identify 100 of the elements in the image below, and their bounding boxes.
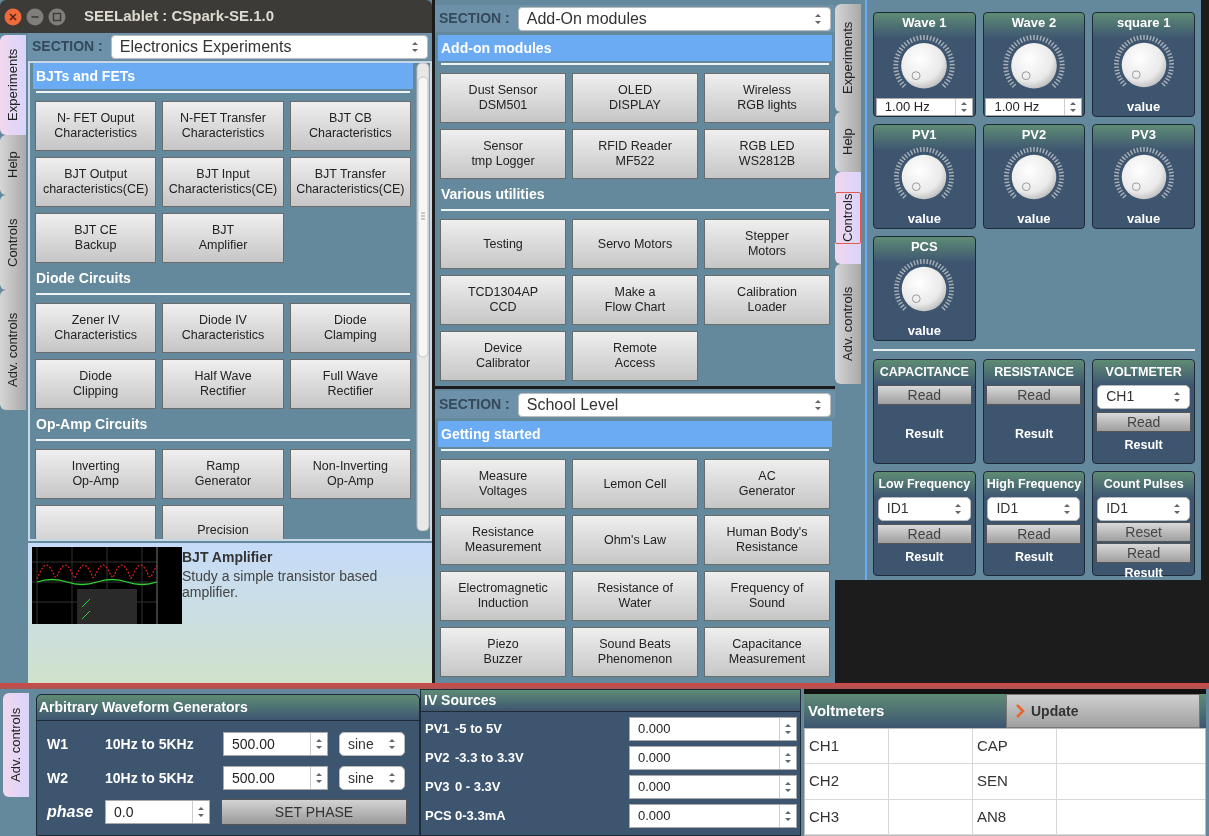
experiment-button[interactable]: Sensor tmp Logger — [440, 129, 566, 179]
experiment-button[interactable]: BJT Amplifier — [162, 213, 284, 263]
experiment-button[interactable]: BJT Transfer Characteristics(CE) — [289, 157, 411, 207]
experiment-button[interactable]: BJT CE Backup — [35, 213, 157, 263]
experiment-button[interactable]: Zener IV Characteristics — [35, 303, 157, 353]
experiment-button[interactable]: Remote Access — [572, 331, 698, 381]
experiment-button[interactable]: Diode IV Characteristics — [162, 303, 284, 353]
experiment-button[interactable]: AC Generator — [704, 459, 830, 509]
experiment-button[interactable]: OLED DISPLAY — [572, 73, 698, 123]
experiment-button[interactable]: Stepper Motors — [704, 219, 830, 269]
phase-field[interactable]: 0.0 — [105, 800, 210, 824]
tab[interactable]: Adv. controls — [835, 264, 861, 384]
spin-arrows-icon[interactable] — [784, 780, 792, 794]
experiment-button[interactable]: Make a Flow Chart — [572, 275, 698, 325]
value-field[interactable]: 0.000 — [629, 717, 797, 741]
meter-button[interactable]: Read — [876, 384, 972, 405]
value-field[interactable]: 0.000 — [629, 746, 797, 770]
spin-arrows-icon[interactable] — [959, 100, 968, 114]
experiment-button[interactable]: Full Wave Rectifier — [289, 359, 411, 409]
tab[interactable]: Experiments — [835, 4, 861, 112]
experiment-button[interactable]: Testing — [440, 219, 566, 269]
spin-arrows-icon[interactable] — [814, 11, 822, 26]
experiment-button[interactable]: TCD1304AP CCD — [440, 275, 566, 325]
experiment-button[interactable]: Precision — [162, 505, 284, 539]
spin-arrows-icon[interactable] — [784, 751, 792, 765]
value-field[interactable]: 0.000 — [629, 775, 797, 799]
meter-button[interactable]: Read — [1096, 411, 1192, 432]
experiment-button[interactable]: Wireless RGB lights — [704, 73, 830, 123]
experiment-button[interactable]: Capacitance Measurement — [704, 627, 830, 677]
experiment-button[interactable]: Calibration Loader — [704, 275, 830, 325]
experiment-button[interactable]: Ramp Generator — [162, 449, 284, 499]
spin-arrows-icon[interactable] — [1069, 100, 1078, 114]
spin-arrows-icon[interactable] — [1063, 501, 1072, 516]
experiment-button[interactable]: Diode Clamping — [289, 303, 411, 353]
spin-arrows-icon[interactable] — [197, 805, 205, 819]
tab[interactable]: Controls — [835, 172, 861, 264]
experiment-button[interactable]: Servo Motors — [572, 219, 698, 269]
experiment-button[interactable]: BJT CB Characteristics — [289, 101, 411, 151]
frequency-field[interactable]: 1.00 Hz — [985, 98, 1083, 116]
meter-button[interactable]: Reset — [1096, 521, 1192, 542]
spin-arrows-icon[interactable] — [784, 809, 792, 823]
value-field[interactable]: 0.000 — [629, 804, 797, 828]
experiment-button[interactable]: Electromagnetic Induction — [440, 571, 566, 621]
tab[interactable]: Controls — [0, 195, 26, 290]
channel-dropdown[interactable]: ID1 — [987, 496, 1081, 521]
experiment-button[interactable]: Half Wave Rectifier — [162, 359, 284, 409]
experiment-button[interactable]: Measure Voltages — [440, 459, 566, 509]
meter-button[interactable]: Read — [876, 523, 972, 544]
experiment-button[interactable]: Dust Sensor DSM501 — [440, 73, 566, 123]
experiment-button[interactable]: Human Body's Resistance — [704, 515, 830, 565]
tab[interactable]: Adv. controls — [0, 290, 26, 410]
frequency-field[interactable]: 500.00 — [223, 732, 328, 756]
section-dropdown[interactable]: School Level — [517, 392, 831, 417]
frequency-field[interactable]: 500.00 — [223, 766, 328, 790]
experiment-button[interactable]: Device Calibrator — [440, 331, 566, 381]
spin-arrows-icon[interactable] — [1173, 389, 1182, 404]
waveform-dropdown[interactable]: sine — [339, 766, 405, 790]
experiment-button[interactable]: RFID Reader MF522 — [572, 129, 698, 179]
experiment-button[interactable]: RGB LED WS2812B — [704, 129, 830, 179]
spin-arrows-icon[interactable] — [814, 397, 822, 412]
experiment-button[interactable]: Diode Clipping — [35, 359, 157, 409]
tab[interactable]: Help — [0, 135, 26, 195]
spin-arrows-icon[interactable] — [388, 737, 396, 751]
section-dropdown[interactable]: Electronics Experiments — [110, 34, 428, 59]
close-icon[interactable] — [4, 7, 22, 26]
meter-button[interactable]: Read — [986, 384, 1082, 405]
spin-arrows-icon[interactable] — [953, 501, 962, 516]
experiment-button[interactable]: Lemon Cell — [572, 459, 698, 509]
spin-arrows-icon[interactable] — [411, 39, 419, 54]
experiment-button[interactable]: N-FET Transfer Characteristics — [162, 101, 284, 151]
minimize-icon[interactable] — [26, 7, 44, 26]
experiment-button[interactable]: Frequency of Sound — [704, 571, 830, 621]
spin-arrows-icon[interactable] — [1173, 501, 1182, 516]
experiment-button[interactable]: BJT Output characteristics(CE) — [35, 157, 157, 207]
experiment-button[interactable]: N- FET Ouput Characteristics — [35, 101, 157, 151]
section-dropdown[interactable]: Add-On modules — [517, 6, 831, 31]
channel-dropdown[interactable]: ID1 — [877, 496, 971, 521]
meter-button[interactable]: Read — [986, 523, 1082, 544]
channel-dropdown[interactable]: CH1 — [1097, 384, 1191, 409]
experiment-button[interactable]: BJT Input Characteristics(CE) — [162, 157, 284, 207]
channel-dropdown[interactable]: ID1 — [1097, 496, 1191, 521]
update-button[interactable]: Update — [1006, 694, 1200, 728]
experiment-button[interactable]: Piezo Buzzer — [440, 627, 566, 677]
spin-arrows-icon[interactable] — [315, 737, 323, 751]
experiment-button[interactable]: Resistance of Water — [572, 571, 698, 621]
experiment-button[interactable]: Ohm's Law — [572, 515, 698, 565]
experiment-button[interactable]: Sound Beats Phenomenon — [572, 627, 698, 677]
experiment-button[interactable]: Non-Inverting Op-Amp — [289, 449, 411, 499]
experiment-button[interactable]: Resistance Measurement — [440, 515, 566, 565]
scrollbar[interactable] — [416, 63, 430, 531]
tab[interactable]: Adv. controls — [3, 693, 29, 797]
frequency-field[interactable]: 1.00 Hz — [875, 98, 973, 116]
spin-arrows-icon[interactable] — [784, 722, 792, 736]
experiment-button[interactable]: Inverting Op-Amp — [35, 449, 157, 499]
waveform-dropdown[interactable]: sine — [339, 732, 405, 756]
tab[interactable]: Experiments — [0, 35, 26, 135]
spin-arrows-icon[interactable] — [388, 771, 396, 785]
maximize-icon[interactable] — [48, 7, 66, 26]
set-phase-button[interactable]: SET PHASE — [221, 799, 407, 825]
tab[interactable]: Help — [835, 112, 861, 172]
